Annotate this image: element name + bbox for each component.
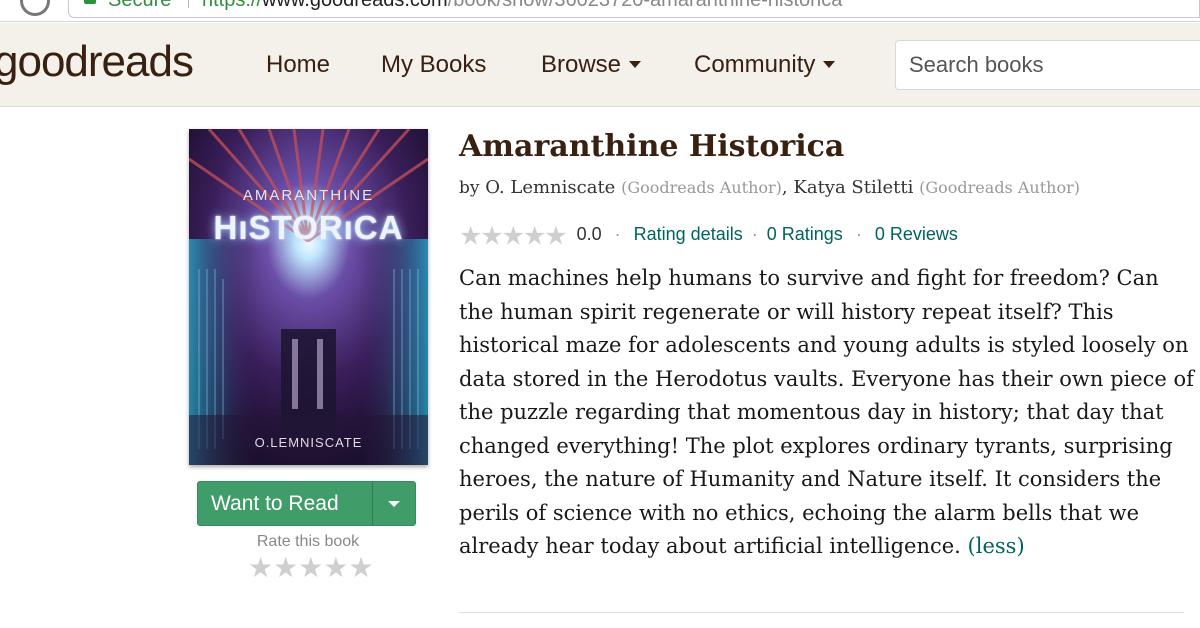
star-icon: ★: [459, 220, 482, 251]
average-rating-stars: ★★★★★: [459, 220, 568, 251]
caret-down-icon: [388, 501, 400, 507]
author-link[interactable]: O. Lemniscate: [485, 177, 615, 198]
url-separator: [188, 0, 189, 8]
rating-details-link[interactable]: Rating details: [634, 224, 743, 244]
star-icon[interactable]: ★: [348, 552, 373, 583]
secure-label: Secure: [108, 0, 172, 11]
star-icon: ★: [522, 220, 546, 251]
lock-icon: [84, 0, 96, 4]
logo-good: good: [0, 37, 89, 86]
star-icon: ★: [501, 220, 525, 251]
cover-artwork: [189, 129, 428, 465]
cover-title-text: HıSTORıCA: [213, 209, 404, 246]
star-icon: ★: [480, 220, 503, 251]
reload-icon[interactable]: [20, 0, 50, 16]
nav-home[interactable]: Home: [266, 51, 330, 79]
goodreads-logo[interactable]: goodreads: [0, 37, 194, 87]
rate-this-book-label: Rate this book: [256, 533, 360, 550]
want-to-read-button[interactable]: Want to Read: [197, 481, 416, 526]
book-title: Amaranthine Historica: [459, 129, 845, 164]
star-icon[interactable]: ★: [273, 552, 298, 583]
shelf-dropdown-button[interactable]: [373, 482, 415, 525]
url-host: www.goodreads.com: [262, 0, 448, 11]
less-link[interactable]: (less): [968, 534, 1025, 558]
nav-community[interactable]: Community: [694, 51, 836, 79]
book-cover[interactable]: AMARANTHINE HıSTORıCA O.LEMNISCATE: [189, 129, 428, 465]
author-link[interactable]: Katya Stiletti: [793, 177, 913, 198]
rating-row: ★★★★★ 0.0 · Rating details · 0 Ratings ·…: [459, 220, 958, 251]
nav-browse-label: Browse: [541, 51, 622, 78]
cover-series-text: AMARANTHINE: [242, 187, 375, 204]
separator-dot: ·: [751, 224, 758, 244]
want-to-read-label: Want to Read: [211, 492, 339, 515]
site-header: goodreads Home My Books Browse Community: [0, 23, 1200, 107]
url-scheme: https://: [202, 0, 263, 11]
book-description: Can machines help humans to survive and …: [459, 262, 1194, 564]
cover-author-text: O.LEMNISCATE: [254, 435, 363, 450]
star-icon[interactable]: ★: [323, 552, 348, 583]
reviews-count-link[interactable]: 0 Reviews: [875, 224, 958, 244]
average-rating-value: 0.0: [576, 224, 602, 244]
url-text[interactable]: https://www.goodreads.com/book/show/3602…: [202, 0, 842, 10]
url-path: /book/show/36023720-amaranthine-historic…: [447, 0, 843, 11]
author-role: (Goodreads Author): [621, 178, 782, 197]
chevron-down-icon: [629, 60, 642, 68]
star-icon: ★: [544, 220, 567, 251]
nav-my-books[interactable]: My Books: [381, 51, 486, 79]
author-role: (Goodreads Author): [919, 178, 1080, 197]
ratings-count-link[interactable]: 0 Ratings: [767, 224, 843, 244]
separator-dot: ·: [614, 224, 621, 244]
chevron-down-icon: [823, 60, 836, 68]
description-text: Can machines help humans to survive and …: [459, 266, 1194, 558]
section-divider: [459, 612, 1184, 613]
author-separator: ,: [781, 177, 788, 198]
rate-stars[interactable]: ★★★★★: [248, 552, 374, 584]
star-icon[interactable]: ★: [248, 552, 273, 583]
star-icon[interactable]: ★: [298, 552, 323, 583]
nav-browse[interactable]: Browse: [541, 51, 642, 79]
by-label: by: [459, 178, 480, 198]
separator-dot: ·: [855, 224, 862, 244]
logo-reads: reads: [87, 37, 194, 86]
nav-community-label: Community: [694, 51, 816, 78]
byline: by O. Lemniscate (Goodreads Author), Kat…: [459, 175, 1080, 201]
browser-address-bar: Secure https://www.goodreads.com/book/sh…: [0, 0, 1200, 22]
search-input[interactable]: [895, 40, 1200, 90]
